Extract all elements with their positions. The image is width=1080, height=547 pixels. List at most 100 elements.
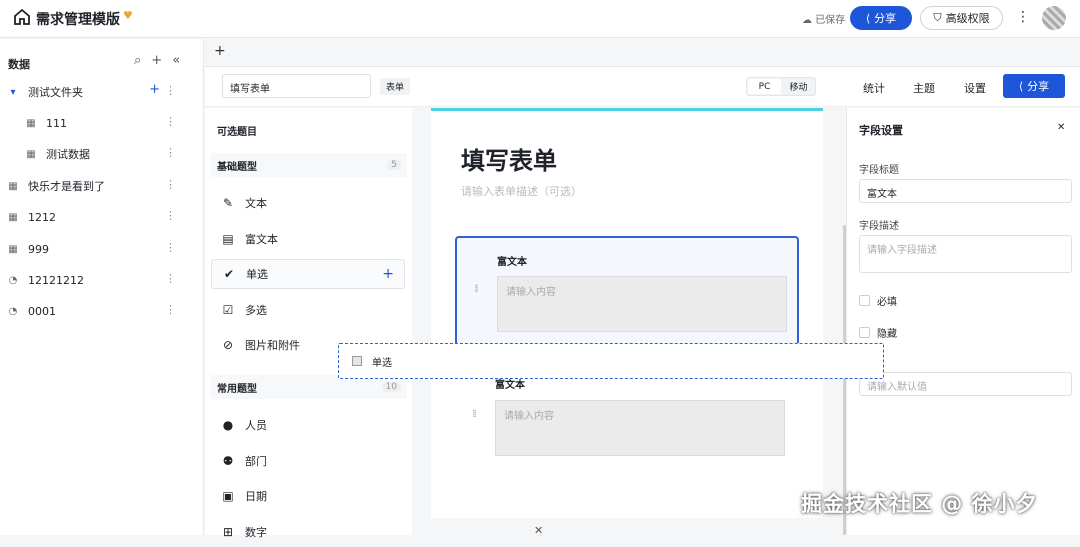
checkbox-box[interactable] xyxy=(859,295,870,306)
permission-button[interactable]: ⛉ 高级权限 xyxy=(920,6,1003,30)
palette-item-label: 文本 xyxy=(245,197,267,210)
drag-ghost: 单选 xyxy=(338,343,884,379)
saved-status: ☁ 已保存 xyxy=(802,15,846,26)
field-title-input[interactable]: 富文本 xyxy=(859,179,1072,203)
form-title[interactable]: 填写表单 xyxy=(461,141,557,176)
section-label: 基础题型 xyxy=(217,161,257,173)
palette-item-number[interactable]: ⊞ 数字 xyxy=(211,517,405,547)
table-icon: ▦ xyxy=(8,180,18,192)
more-icon[interactable]: ⋮ xyxy=(165,303,176,316)
more-icon[interactable]: ⋮ xyxy=(165,178,176,191)
field-title-label: 字段标题 xyxy=(859,165,899,176)
avatar[interactable] xyxy=(1042,6,1066,30)
shield-icon: ⛉ xyxy=(933,11,942,24)
add-icon[interactable]: + xyxy=(149,82,160,97)
palette-item-label: 人员 xyxy=(245,419,267,432)
more-icon[interactable]: ⋮ xyxy=(165,84,176,97)
sidebar-item-folder[interactable]: ▾ 测试文件夹 + ⋮ xyxy=(0,80,196,104)
more-icon[interactable]: ⋮ xyxy=(165,115,176,128)
caret-down-icon[interactable]: ▾ xyxy=(6,87,20,98)
top-bar: 需求管理模版 ♥ ☁ 已保存 ⟨ 分享 ⛉ 高级权限 ⋮ xyxy=(0,0,1080,38)
sidebar-item-table[interactable]: ▦ 1212 ⋮ xyxy=(0,205,196,229)
close-icon[interactable]: ✕ xyxy=(534,524,543,537)
palette-item-text[interactable]: ✎ 文本 xyxy=(211,188,405,218)
close-icon[interactable]: ✕ xyxy=(1057,122,1065,133)
field-card[interactable]: 富文本 ⁞⁞ 请输入内容 xyxy=(455,366,799,471)
pc-option[interactable]: PC xyxy=(748,79,781,94)
more-icon[interactable]: ⋮ xyxy=(165,272,176,285)
calendar-icon: ▣ xyxy=(222,489,234,503)
radio-item-icon xyxy=(352,356,362,366)
palette-item-label: 图片和附件 xyxy=(245,339,300,352)
form-share-button[interactable]: ⟨ 分享 xyxy=(1003,74,1065,98)
checkbox-label: 隐藏 xyxy=(877,329,897,340)
palette-item-checkbox[interactable]: ☑ 多选 xyxy=(211,295,405,325)
sidebar-item-label: 快乐才是看到了 xyxy=(28,180,105,193)
table-icon: ▦ xyxy=(8,211,18,223)
palette-item-person[interactable]: ● 人员 xyxy=(211,410,405,440)
mobile-option[interactable]: 移动 xyxy=(782,78,815,95)
number-icon: ⊞ xyxy=(222,525,234,539)
palette-item-richtext[interactable]: ▤ 富文本 xyxy=(211,224,405,254)
table-icon: ▦ xyxy=(26,148,36,160)
required-checkbox[interactable]: 必填 xyxy=(859,293,897,308)
field-input-placeholder[interactable]: 请输入内容 xyxy=(497,276,787,332)
section-label: 常用题型 xyxy=(217,383,257,395)
palette-title: 可选题目 xyxy=(217,127,257,138)
question-palette: 可选题目 基础题型 5 ✎ 文本 ▤ 富文本 ✔ 单选 + ☑ 多选 ⊘ 图片和附件 常用… xyxy=(205,108,412,539)
sidebar-item-table[interactable]: ▦ 测试数据 ⋮ xyxy=(0,142,196,166)
app-title: 需求管理模版 xyxy=(36,12,120,28)
form-card: 填写表单 请输入表单描述（可选） 富文本 ⁞⁞ 请输入内容 富文本 ⁞⁞ 请输入… xyxy=(431,108,823,518)
more-icon[interactable]: ⋮ xyxy=(165,209,176,222)
palette-item-date[interactable]: ▣ 日期 xyxy=(211,481,405,511)
field-input-placeholder[interactable]: 请输入内容 xyxy=(495,400,785,456)
search-icon[interactable]: ⌕ xyxy=(134,53,141,68)
panel-title: 字段设置 xyxy=(859,124,903,137)
add-tab-icon[interactable]: + xyxy=(214,43,226,59)
sidebar-item-label: 测试数据 xyxy=(46,148,90,161)
sidebar-item-dashboard[interactable]: ◔ 12121212 ⋮ xyxy=(0,268,196,292)
section-count: 10 xyxy=(381,382,401,392)
theme-link[interactable]: 主题 xyxy=(913,80,935,96)
add-icon[interactable]: + xyxy=(151,53,162,68)
add-icon[interactable]: + xyxy=(382,266,394,282)
data-sidebar: 数据 ⌕ + « ▾ 测试文件夹 + ⋮ ▦ 111 ⋮ ▦ 测试数据 ⋮ ▦ … xyxy=(0,39,204,535)
sidebar-item-table[interactable]: ▦ 999 ⋮ xyxy=(0,237,196,261)
sidebar-item-label: 0001 xyxy=(28,304,56,318)
field-desc-label: 字段描述 xyxy=(859,221,899,232)
stats-link[interactable]: 统计 xyxy=(863,80,885,96)
form-name-input[interactable]: 填写表单 xyxy=(222,74,371,98)
palette-item-radio[interactable]: ✔ 单选 + xyxy=(211,259,405,289)
more-icon[interactable]: ⋮ xyxy=(165,146,176,159)
sidebar-item-table[interactable]: ▦ 111 ⋮ xyxy=(0,111,196,135)
palette-item-department[interactable]: ⚉ 部门 xyxy=(211,446,405,476)
field-card-selected[interactable]: 富文本 ⁞⁞ 请输入内容 xyxy=(455,236,799,346)
sidebar-heading: 数据 xyxy=(8,58,30,71)
palette-item-label: 单选 xyxy=(246,268,268,281)
device-switch[interactable]: PC 移动 xyxy=(746,77,816,96)
drag-handle-icon[interactable]: ⁞⁞ xyxy=(474,283,484,294)
field-desc-input[interactable]: 请输入字段描述 xyxy=(859,235,1072,273)
drag-handle-icon[interactable]: ⁞⁞ xyxy=(472,408,482,419)
more-icon[interactable]: ⋮ xyxy=(165,241,176,254)
more-icon[interactable]: ⋮ xyxy=(1016,9,1030,25)
tab-strip: + xyxy=(205,39,1080,67)
form-description[interactable]: 请输入表单描述（可选） xyxy=(461,183,582,199)
group-icon: ⚉ xyxy=(222,454,234,468)
basic-section-header[interactable]: 基础题型 5 xyxy=(211,153,407,177)
sidebar-item-label: 111 xyxy=(46,116,67,130)
hidden-checkbox[interactable]: 隐藏 xyxy=(859,325,897,340)
favorite-icon[interactable]: ♥ xyxy=(123,9,133,22)
palette-item-label: 部门 xyxy=(245,455,267,468)
default-value-input[interactable]: 请输入默认值 xyxy=(859,372,1072,396)
share-button[interactable]: ⟨ 分享 xyxy=(850,6,912,30)
home-icon[interactable] xyxy=(13,8,31,26)
collapse-icon[interactable]: « xyxy=(172,53,180,68)
section-count: 5 xyxy=(387,160,401,170)
sidebar-item-table[interactable]: ▦ 快乐才是看到了 ⋮ xyxy=(0,174,196,198)
checkbox-box[interactable] xyxy=(859,327,870,338)
drag-ghost-label: 单选 xyxy=(372,357,392,369)
settings-link[interactable]: 设置 xyxy=(964,80,986,96)
pencil-icon: ✎ xyxy=(222,196,234,210)
sidebar-item-dashboard[interactable]: ◔ 0001 ⋮ xyxy=(0,299,196,323)
